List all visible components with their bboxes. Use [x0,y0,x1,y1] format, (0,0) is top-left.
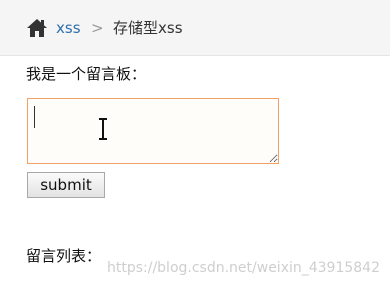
submit-button[interactable]: submit [27,172,105,198]
message-board-label: 我是一个留言板： [26,65,147,83]
message-textarea[interactable] [27,98,279,164]
ibeam-cursor-icon [99,118,107,140]
message-list-label: 留言列表： [26,247,102,265]
text-caret [34,106,35,128]
breadcrumb: xss > 存储型xss [0,0,390,56]
watermark: https://blog.csdn.net/weixin_43915842 [106,260,380,276]
chevron-right-icon: > [91,19,104,37]
home-icon[interactable] [26,18,48,38]
breadcrumb-current: 存储型xss [113,19,183,37]
breadcrumb-link-xss[interactable]: xss [56,18,81,38]
